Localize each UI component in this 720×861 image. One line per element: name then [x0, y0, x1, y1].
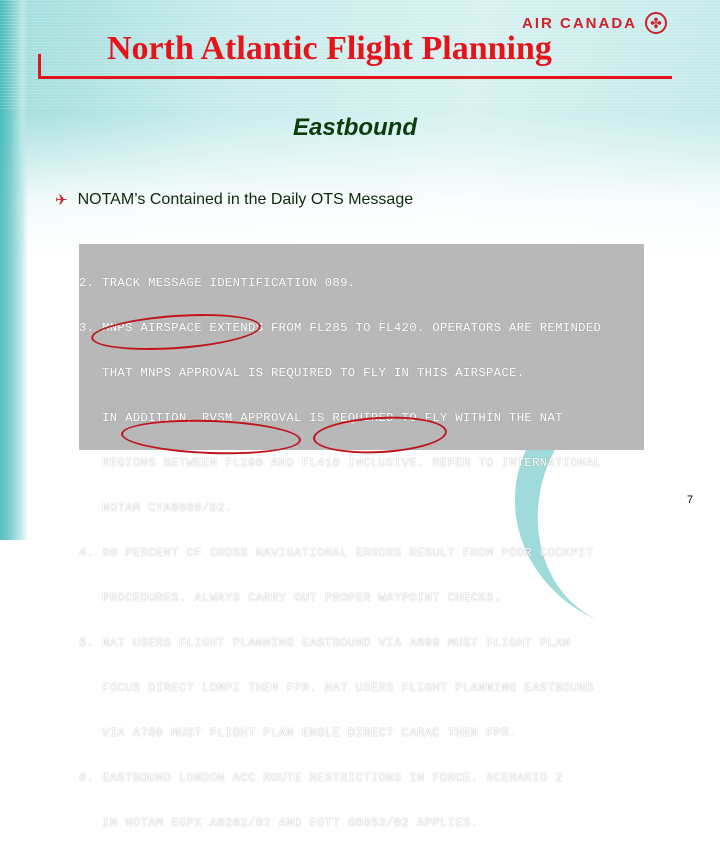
notam-line: FOCUS DIRECT LOMPI THEN FPR. NAT USERS F…: [79, 681, 594, 695]
page-number: 7: [687, 494, 694, 506]
notam-line: 2. TRACK MESSAGE IDENTIFICATION 089.: [79, 276, 356, 290]
notam-line: THAT MNPS APPROVAL IS REQUIRED TO FLY IN…: [79, 366, 525, 380]
notam-line: IN NOTAM EGPX A0262/02 AND EGTT G0053/02…: [79, 816, 479, 830]
notam-line: 4. 80 PERCENT OF GROSS NAVIGATIONAL ERRO…: [79, 546, 594, 560]
notam-line: PROCEDURES. ALWAYS CARRY OUT PROPER WAYP…: [79, 591, 502, 605]
slide-title: North Atlantic Flight Planning: [107, 30, 552, 67]
notam-line: REGIONS BETWEEN FL290 AND FL410 INCLUSIV…: [79, 456, 602, 470]
slide-subtitle: Eastbound: [293, 114, 417, 141]
title-rule-horizontal: [38, 76, 672, 79]
logo-text: AIR CANADA: [522, 14, 637, 32]
notam-message-box: 2. TRACK MESSAGE IDENTIFICATION 089. 3. …: [79, 244, 644, 830]
bullet-text: NOTAM’s Contained in the Daily OTS Messa…: [77, 191, 414, 208]
notam-line: VIA A700 MUST FLIGHT PLAN ENGLE DIRECT C…: [79, 726, 517, 740]
title-rule-vertical: [38, 54, 41, 78]
airplane-icon: ✈: [55, 192, 68, 209]
bullet-item: ✈ NOTAM’s Contained in the Daily OTS Mes…: [55, 191, 413, 209]
maple-leaf-icon: ✤: [645, 12, 667, 34]
notam-line: NOTAM CYA0080/02.: [79, 501, 233, 515]
notam-line: 5. NAT USERS FLIGHT PLANNING EASTBOUND V…: [79, 636, 571, 650]
notam-line: 6. EASTBOUND LONDON ACC ROUTE RESTRICTIO…: [79, 771, 563, 785]
